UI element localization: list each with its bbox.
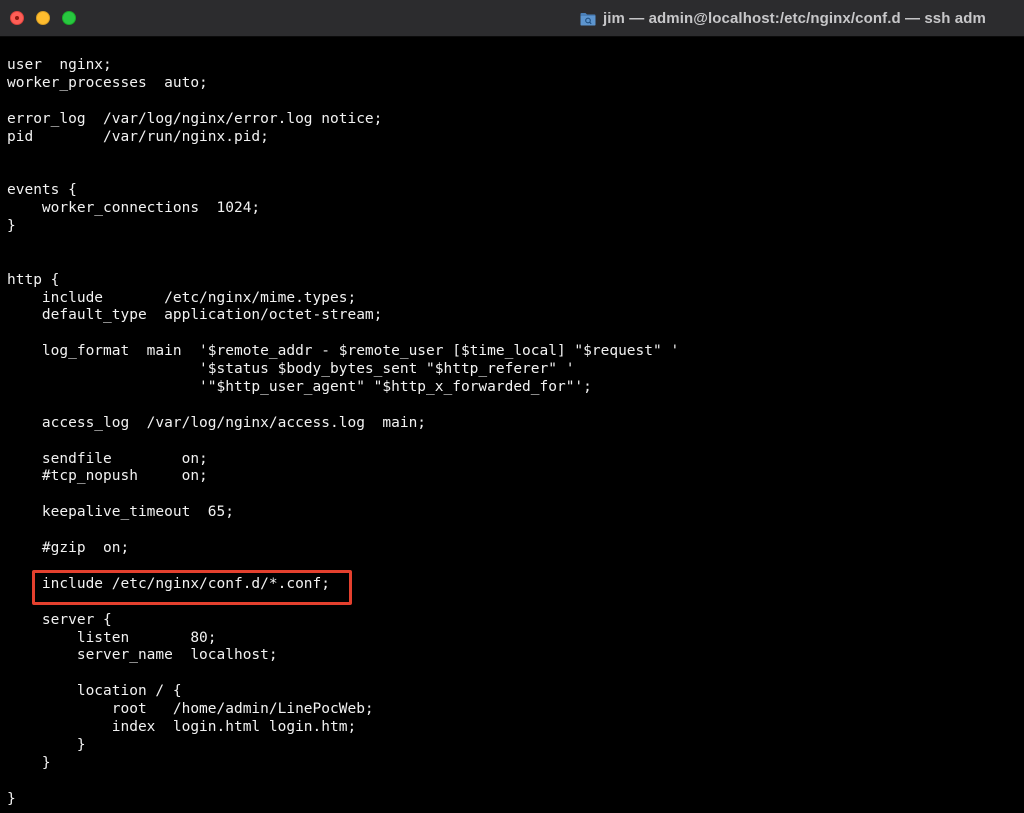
terminal-line: log_format main '$remote_addr - $remote_… — [7, 343, 680, 360]
terminal-line: sendfile on; — [7, 450, 208, 467]
window-title-area: jim — admin@localhost:/etc/nginx/conf.d … — [580, 0, 986, 37]
terminal-line: '$status $body_bytes_sent "$http_referer… — [7, 361, 575, 378]
terminal-line: access_log /var/log/nginx/access.log mai… — [7, 414, 427, 431]
terminal-line: '"$http_user_agent" "$http_x_forwarded_f… — [7, 379, 592, 396]
terminal-line: include /etc/nginx/mime.types; — [7, 289, 357, 306]
terminal-line: server_name localhost; — [7, 647, 278, 664]
zoom-window-button[interactable] — [62, 11, 76, 25]
terminal-line: http { — [7, 271, 60, 288]
config-file-text: user nginx; worker_processes auto; error_l… — [7, 57, 1024, 808]
terminal-line: listen 80; — [7, 629, 217, 646]
terminal-line: worker_connections 1024; — [7, 200, 261, 217]
terminal-line: default_type application/octet-stream; — [7, 307, 383, 324]
title-bar[interactable]: jim — admin@localhost:/etc/nginx/conf.d … — [0, 0, 1024, 37]
terminal-line: events { — [7, 182, 77, 199]
terminal-line: error_log /var/log/nginx/error.log notic… — [7, 110, 383, 127]
terminal-line: server { — [7, 611, 112, 628]
highlight-annotation-box — [32, 570, 352, 605]
terminal-line: } — [7, 736, 86, 753]
close-window-button[interactable] — [10, 11, 24, 25]
terminal-line: root /home/admin/LinePocWeb; — [7, 701, 374, 718]
terminal-line: #tcp_nopush on; — [7, 468, 208, 485]
terminal-line: location / { — [7, 683, 182, 700]
terminal-line: keepalive_timeout 65; — [7, 504, 234, 521]
window-title: jim — admin@localhost:/etc/nginx/conf.d … — [603, 10, 986, 27]
terminal-line: pid /var/run/nginx.pid; — [7, 128, 269, 145]
terminal-line: } — [7, 218, 16, 235]
terminal-output[interactable]: user nginx; worker_processes auto; error_l… — [7, 57, 1024, 813]
terminal-line: worker_processes auto; — [7, 74, 208, 91]
terminal-line: #gzip on; — [7, 540, 130, 557]
terminal-line: user nginx; — [7, 57, 112, 73]
minimize-window-button[interactable] — [36, 11, 50, 25]
terminal-line: index login.html login.htm; — [7, 718, 357, 735]
folder-icon — [580, 12, 596, 26]
terminal-line: } — [7, 754, 51, 771]
terminal-line: } — [7, 790, 16, 807]
terminal-window: jim — admin@localhost:/etc/nginx/conf.d … — [0, 0, 1024, 813]
